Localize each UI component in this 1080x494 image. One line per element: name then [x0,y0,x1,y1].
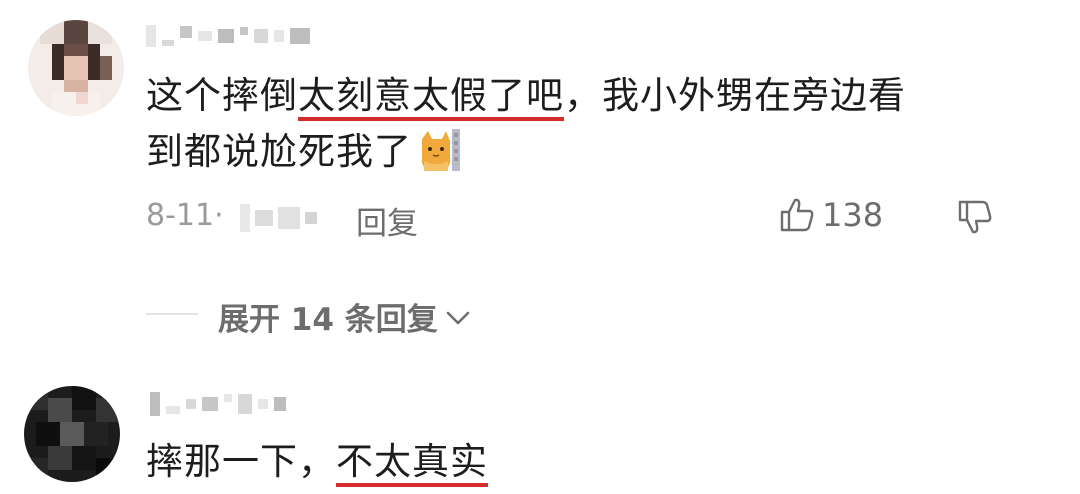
highlighted-text: 太刻意太假了吧 [298,74,564,117]
comment-item: 摔那一下，不太真实 [0,370,1080,494]
comment-item: 这个摔倒太刻意太假了吧，我小外甥在旁边看 到都说尬死我了 8-11· 回复 13… [0,0,1080,338]
comment-date: 8-11· [146,198,224,233]
divider [146,313,198,315]
reply-button[interactable]: 回复 [356,198,418,243]
expand-replies-button[interactable]: 展开 14 条回复 [218,294,472,339]
comment-text-part: 这个摔倒 [146,74,298,117]
dislike-button[interactable] [956,198,994,240]
avatar[interactable] [28,20,124,116]
chevron-down-icon [446,311,470,324]
highlighted-text: 不太真实 [336,440,488,483]
thumbs-down-icon [958,200,992,234]
like-count: 138 [822,196,884,234]
expand-replies-label: 展开 14 条回复 [218,302,438,338]
comment-text: 这个摔倒太刻意太假了吧，我小外甥在旁边看 到都说尬死我了 [146,68,1026,180]
thumbs-up-icon [780,198,814,232]
like-button[interactable]: 138 [778,196,883,234]
comment-text-part: ，我小外甥在旁边看 [564,74,906,117]
comment-text: 摔那一下，不太真实 [146,434,1026,490]
username-blurred[interactable] [150,392,292,416]
username-blurred[interactable] [146,24,316,48]
comment-text-part: 到都说尬死我了 [146,130,412,173]
cat-emoji-icon [418,127,464,173]
avatar[interactable] [24,386,120,482]
location-blurred [240,204,322,232]
comment-text-part: 摔那一下， [146,440,336,483]
